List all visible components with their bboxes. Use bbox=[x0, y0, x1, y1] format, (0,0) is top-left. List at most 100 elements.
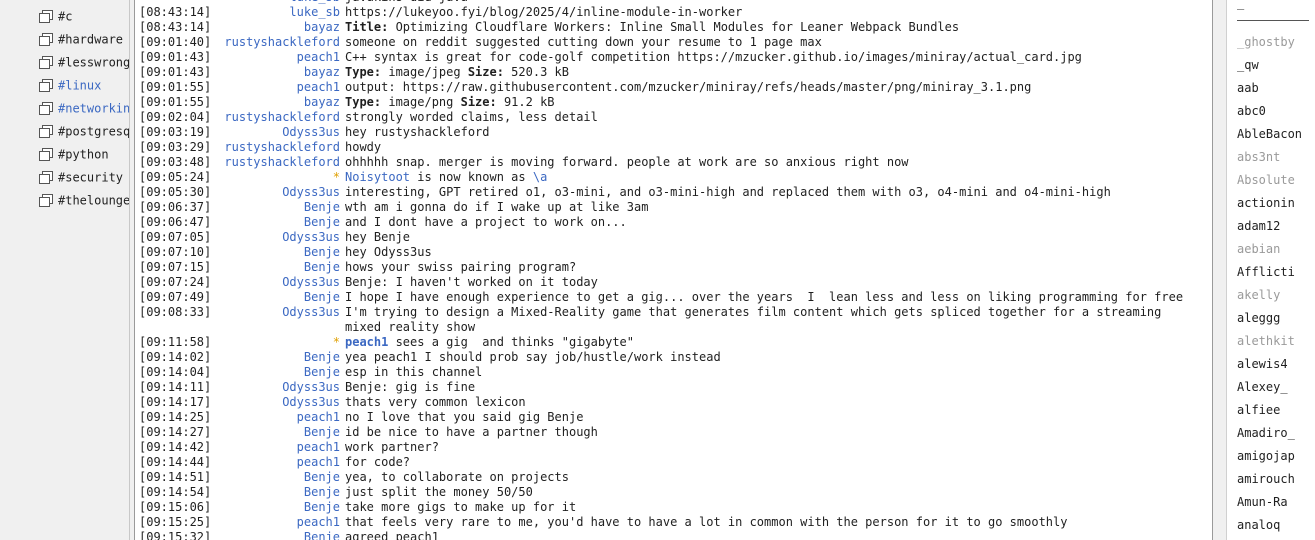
user-item[interactable]: Alexey_ bbox=[1237, 378, 1315, 396]
timestamp: [09:14:17] bbox=[139, 395, 212, 409]
nickname[interactable]: peach1 bbox=[212, 455, 340, 470]
user-item[interactable]: alewis4 bbox=[1237, 355, 1315, 373]
nickname[interactable]: * bbox=[212, 335, 340, 350]
nickname[interactable]: peach1 bbox=[212, 80, 340, 95]
message-row: [09:14:11] Odyss3us Benje: gig is fine bbox=[135, 380, 1212, 395]
channel-name: #security bbox=[58, 170, 124, 185]
message-text: hey Benje bbox=[345, 230, 1212, 245]
user-item[interactable]: abc0 bbox=[1237, 102, 1315, 120]
nickname[interactable]: * bbox=[212, 170, 340, 185]
text-fragment: image/jpeg bbox=[381, 65, 468, 79]
timestamp: [09:07:15] bbox=[139, 260, 212, 274]
user-item[interactable]: akelly bbox=[1237, 286, 1315, 304]
nickname[interactable]: bayaz bbox=[212, 20, 340, 35]
text-fragment: I hope I have enough experience to get a… bbox=[345, 290, 1184, 304]
nickname[interactable]: Benje bbox=[212, 215, 340, 230]
nickname[interactable]: Odyss3us bbox=[212, 395, 340, 410]
user-item[interactable]: alfiee bbox=[1237, 401, 1315, 419]
nickname[interactable]: Benje bbox=[212, 470, 340, 485]
user-item[interactable]: _qw bbox=[1237, 56, 1315, 74]
nickname[interactable]: Odyss3us bbox=[212, 185, 340, 200]
user-item[interactable]: Afflicti bbox=[1237, 263, 1315, 281]
user-item[interactable]: analoq bbox=[1237, 516, 1315, 534]
message-text: just split the money 50/50 bbox=[345, 485, 1212, 500]
message-row: [08:43:14] bayaz Title: Optimizing Cloudfl… bbox=[135, 20, 1212, 35]
channel-item[interactable]: #lesswrong bbox=[39, 52, 129, 72]
text-fragment: output: https://raw.githubusercontent.co… bbox=[345, 80, 1032, 94]
nickname[interactable]: Odyss3us bbox=[212, 305, 340, 335]
nickname[interactable]: bayaz bbox=[212, 65, 340, 80]
message-text: I'm trying to design a Mixed-Reality gam… bbox=[345, 305, 1212, 335]
channel-item[interactable]: #c bbox=[39, 6, 129, 26]
user-item[interactable]: Absolute bbox=[1237, 171, 1315, 189]
nickname[interactable]: Benje bbox=[212, 290, 340, 305]
nickname[interactable]: bayaz bbox=[212, 95, 340, 110]
message-row: [09:07:10] Benje hey Odyss3us bbox=[135, 245, 1212, 260]
message-text: I hope I have enough experience to get a… bbox=[345, 290, 1212, 305]
timestamp: [09:11:58] bbox=[139, 335, 212, 349]
user-item[interactable]: actionin bbox=[1237, 194, 1315, 212]
message-row: [09:11:58] * peach1 sees a gig and thinks … bbox=[135, 335, 1212, 350]
nickname[interactable]: Benje bbox=[212, 245, 340, 260]
userlist-splitter[interactable] bbox=[1212, 0, 1226, 540]
nickname[interactable]: rustyshackleford bbox=[212, 110, 340, 125]
nickname[interactable]: peach1 bbox=[212, 410, 340, 425]
nickname[interactable]: Benje bbox=[212, 530, 340, 540]
nickname[interactable]: Odyss3us bbox=[212, 125, 340, 140]
user-item[interactable]: amigojap bbox=[1237, 447, 1315, 465]
nickname[interactable]: Benje bbox=[212, 365, 340, 380]
user-item[interactable]: Amun-Ra bbox=[1237, 493, 1315, 511]
nickname[interactable]: Benje bbox=[212, 350, 340, 365]
user-item[interactable]: alethkit bbox=[1237, 332, 1315, 350]
user-item[interactable]: aleggg bbox=[1237, 309, 1315, 327]
user-item[interactable]: abs3nt bbox=[1237, 148, 1315, 166]
user-item[interactable]: Amadiro_ bbox=[1237, 424, 1315, 442]
user-item[interactable]: aab bbox=[1237, 79, 1315, 97]
nickname[interactable]: rustyshackleford bbox=[212, 155, 340, 170]
message-text: output: https://raw.githubusercontent.co… bbox=[345, 80, 1212, 95]
channel-item[interactable]: #linux bbox=[39, 75, 129, 95]
channel-item[interactable]: #python bbox=[39, 144, 129, 164]
channel-icon bbox=[39, 147, 53, 162]
chat-log[interactable]: luke_sb javakins did java[08:43:14]luke_s… bbox=[135, 0, 1212, 540]
nick-link[interactable]: peach1 bbox=[345, 335, 388, 349]
nickname[interactable]: Odyss3us bbox=[212, 275, 340, 290]
nickname[interactable]: peach1 bbox=[212, 440, 340, 455]
nickname[interactable]: rustyshackleford bbox=[212, 140, 340, 155]
user-item[interactable]: adam12 bbox=[1237, 217, 1315, 235]
nickname[interactable]: luke_sb bbox=[212, 5, 340, 20]
user-item[interactable]: aebian bbox=[1237, 240, 1315, 258]
text-fragment: image/png bbox=[381, 95, 461, 109]
user-item[interactable]: AbleBacon bbox=[1237, 125, 1315, 143]
nickname[interactable]: peach1 bbox=[212, 50, 340, 65]
message-row: [09:01:55] bayaz Type: image/png Size: 91.… bbox=[135, 95, 1212, 110]
text-fragment: ohhhhh snap. merger is moving forward. p… bbox=[345, 155, 909, 169]
nickname[interactable]: Odyss3us bbox=[212, 380, 340, 395]
nickname[interactable]: Benje bbox=[212, 500, 340, 515]
text-fragment: just split the money 50/50 bbox=[345, 485, 533, 499]
nick-link[interactable]: \a bbox=[533, 170, 547, 184]
channel-item[interactable]: #postgresql bbox=[39, 121, 129, 141]
user-item[interactable]: amirouch bbox=[1237, 470, 1315, 488]
channel-item[interactable]: #thelounge bbox=[39, 190, 129, 210]
text-fragment: no I love that you said gig Benje bbox=[345, 410, 584, 424]
message-text: hey Odyss3us bbox=[345, 245, 1212, 260]
channel-item[interactable]: #security bbox=[39, 167, 129, 187]
channel-item[interactable]: #networking bbox=[39, 98, 129, 118]
nickname[interactable]: Odyss3us bbox=[212, 230, 340, 245]
nickname[interactable]: Benje bbox=[212, 425, 340, 440]
message-row: [09:08:33] Odyss3us I'm trying to design a… bbox=[135, 305, 1212, 335]
user-item[interactable]: _ghostby bbox=[1237, 33, 1315, 51]
nickname[interactable]: Benje bbox=[212, 200, 340, 215]
message-row: [09:07:24] Odyss3us Benje: I haven't worke… bbox=[135, 275, 1212, 290]
message-text: for code? bbox=[345, 455, 1212, 470]
nickname[interactable]: rustyshackleford bbox=[212, 35, 340, 50]
nickname[interactable]: Benje bbox=[212, 260, 340, 275]
nickname[interactable]: Benje bbox=[212, 485, 340, 500]
nick-link[interactable]: Noisytoot bbox=[345, 170, 410, 184]
text-fragment: is now known as bbox=[410, 170, 533, 184]
channel-item[interactable]: #hardware bbox=[39, 29, 129, 49]
message-text: thats very common lexicon bbox=[345, 395, 1212, 410]
nickname[interactable]: peach1 bbox=[212, 515, 340, 530]
channel-icon bbox=[39, 193, 53, 208]
